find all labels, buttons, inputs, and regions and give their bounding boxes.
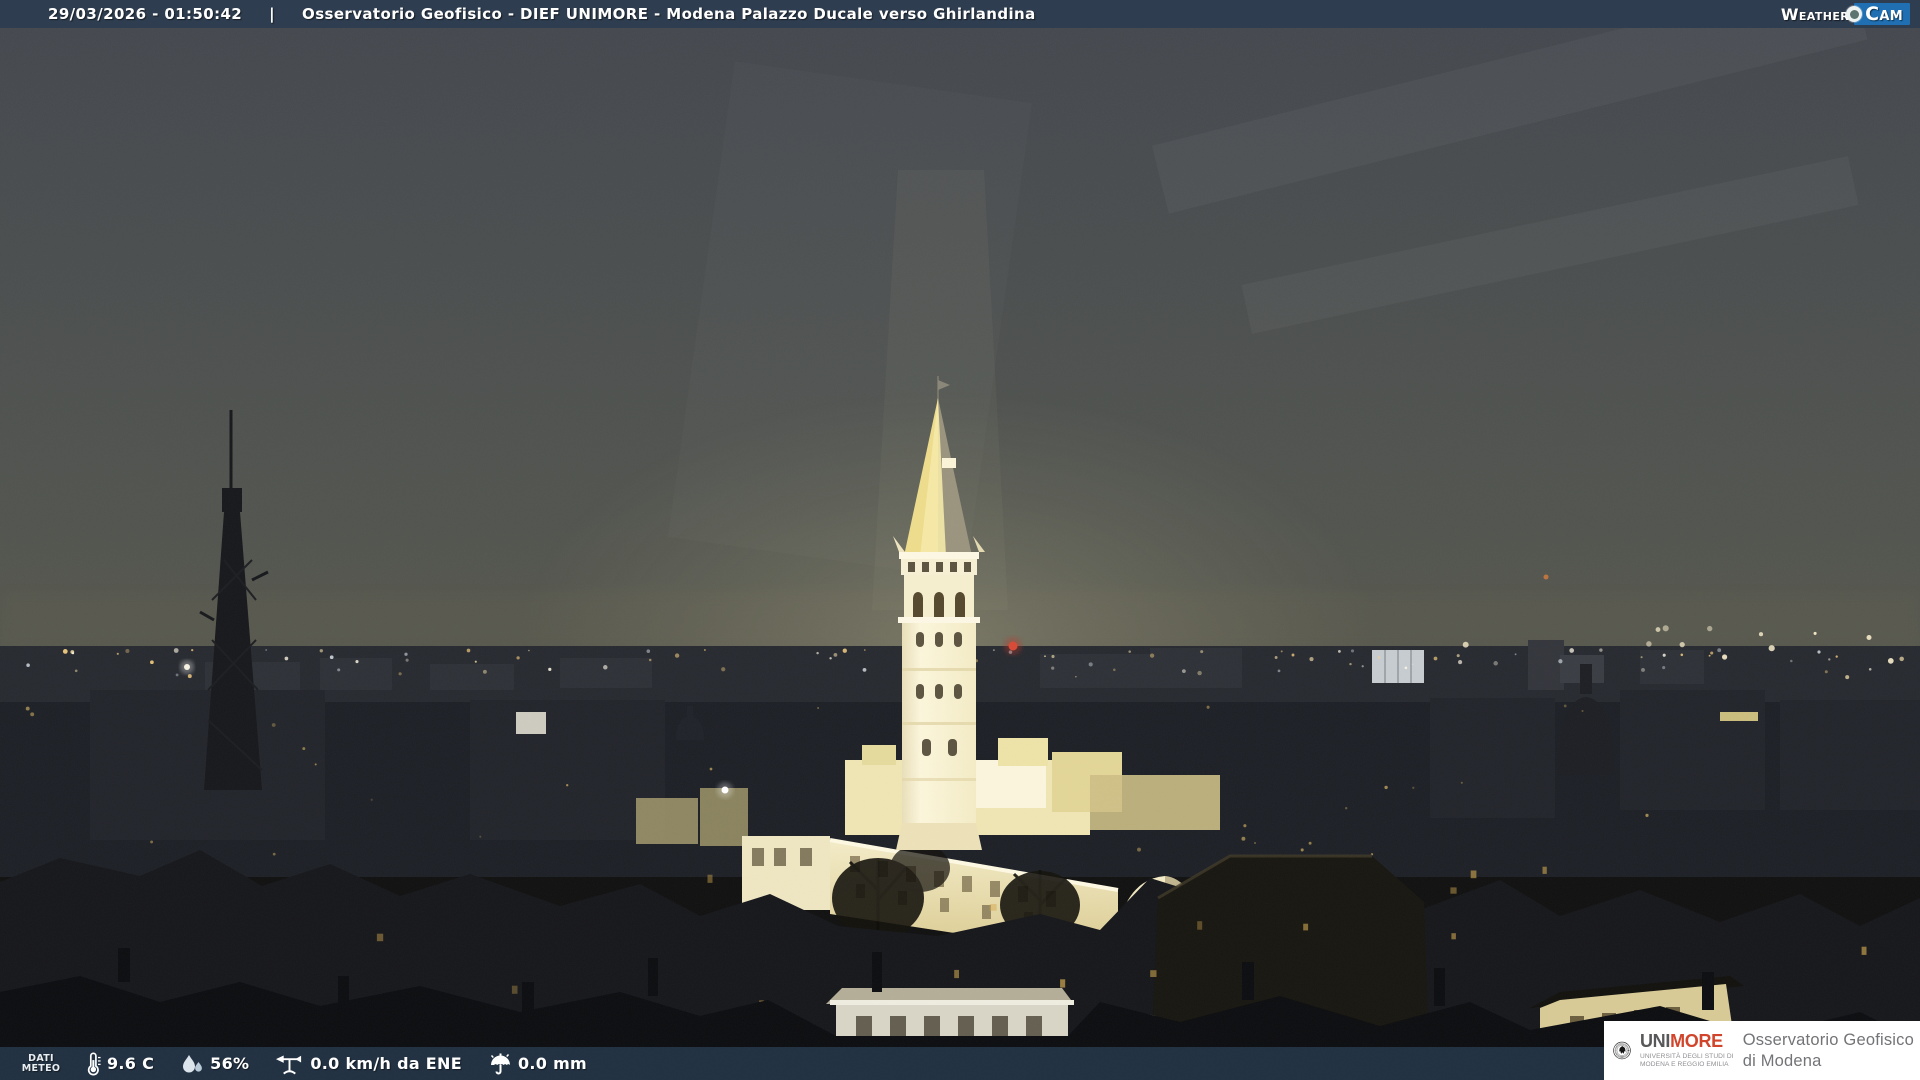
top-bar: 29/03/2026 - 01:50:42 | Osservatorio Geo… (0, 0, 1920, 28)
wind-value: 0.0 km/h da ENE (310, 1054, 462, 1073)
temperature-value: 9.6 C (107, 1054, 154, 1073)
rain-value: 0.0 mm (518, 1054, 587, 1073)
unimore-subtitle-line1: UNIVERSITÀ DEGLI STUDI DI (1640, 1053, 1734, 1061)
unimore-subtitle-line2: MODENA E REGGIO EMILIA (1640, 1061, 1734, 1069)
page-title: Osservatorio Geofisico - DIEF UNIMORE - … (302, 5, 1036, 23)
weathercam-weather-label: Weather (1781, 5, 1849, 24)
webcam-viewer: 29/03/2026 - 01:50:42 | Osservatorio Geo… (0, 0, 1920, 1080)
wind-vane-icon (275, 1052, 304, 1076)
rain-reading: 0.0 mm (488, 1052, 587, 1076)
observatory-name-line1: Osservatorio Geofisico (1743, 1030, 1914, 1051)
camera-lens-icon (1846, 6, 1862, 22)
dati-label-line2: METEO (14, 1064, 68, 1074)
unimore-wordmark: UNIMORE (1640, 1032, 1734, 1050)
weathercam-cam-box: Cam (1854, 3, 1910, 25)
unimore-brand-block: UNIMORE UNIVERSITÀ DEGLI STUDI DI MODENA… (1640, 1032, 1734, 1069)
separator: | (269, 5, 275, 23)
thermometer-icon (84, 1051, 101, 1076)
humidity-value: 56% (210, 1054, 249, 1073)
observatory-name-block: Osservatorio Geofisico di Modena (1743, 1030, 1914, 1072)
dati-label-line1: DATI (14, 1054, 68, 1064)
humidity-drops-icon (180, 1052, 204, 1076)
unimore-logo-box[interactable]: UNIMORE UNIVERSITÀ DEGLI STUDI DI MODENA… (1604, 1021, 1920, 1080)
rain-umbrella-icon (488, 1052, 512, 1076)
temperature-reading: 9.6 C (84, 1051, 154, 1076)
webcam-photo (0, 0, 1920, 1080)
sensor-noise-overlay (0, 0, 1920, 1080)
weathercam-cam-label: Cam (1865, 3, 1903, 25)
observatory-name-line2: di Modena (1743, 1051, 1914, 1072)
unimore-seal-icon (1613, 1028, 1631, 1073)
humidity-reading: 56% (180, 1052, 249, 1076)
timestamp: 29/03/2026 - 01:50:42 (48, 5, 242, 23)
dati-meteo-label: DATI METEO (14, 1054, 68, 1074)
wind-reading: 0.0 km/h da ENE (275, 1052, 462, 1076)
weathercam-logo[interactable]: Weather Cam (1781, 0, 1910, 28)
